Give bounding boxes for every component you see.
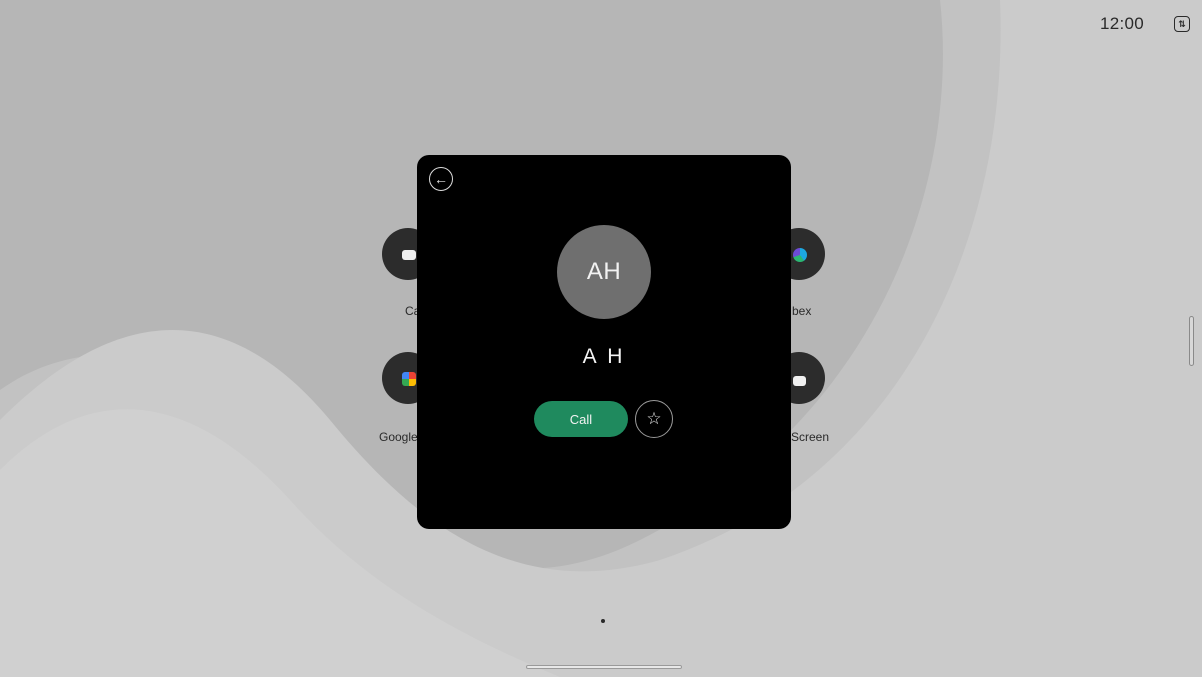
star-icon: ☆ — [646, 409, 662, 428]
clock: 12:00 — [1099, 14, 1144, 33]
scroll-handle[interactable] — [1189, 316, 1194, 366]
google-meet-icon — [402, 372, 416, 386]
call-app-icon — [402, 250, 416, 260]
contact-details-card: ← AH A H Call ☆ — [417, 155, 791, 529]
sync-icon[interactable]: ⇅ — [1174, 16, 1190, 32]
avatar-initials: AH — [586, 258, 622, 285]
call-button[interactable]: Call — [534, 401, 628, 437]
contact-name: A H — [582, 345, 626, 368]
avatar: AH — [557, 225, 651, 319]
google-meet-app-label: Google — [379, 430, 418, 444]
share-screen-icon — [793, 376, 806, 386]
back-button[interactable]: ← — [429, 167, 453, 191]
home-screen: 12:00 ⇅ Ca Google bex Screen ← AH A H Ca… — [0, 0, 1202, 677]
back-arrow-icon: ← — [434, 171, 448, 187]
page-indicator-dot — [601, 619, 605, 623]
webex-icon — [793, 248, 807, 262]
home-indicator-bar[interactable] — [526, 665, 682, 669]
status-bar: 12:00 ⇅ — [1100, 14, 1190, 34]
webex-app-label: bex — [792, 304, 812, 318]
favorite-button[interactable]: ☆ — [635, 400, 673, 438]
share-screen-app-label: Screen — [791, 430, 830, 444]
